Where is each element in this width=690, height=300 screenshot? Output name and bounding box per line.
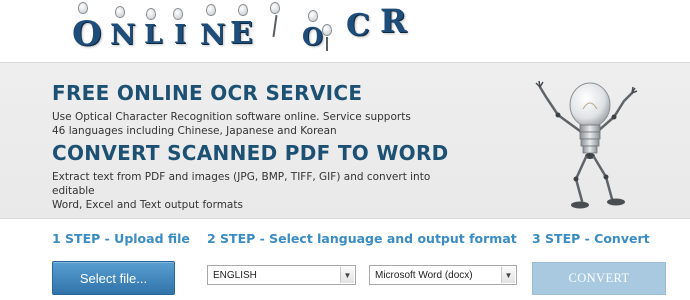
logo-bulb-leg: [326, 37, 328, 51]
logo-bulb-icon: [322, 24, 332, 36]
output-format-select[interactable]: Microsoft Word (docx) ▼: [369, 265, 517, 285]
hero-title-convert-pdf: CONVERT SCANNED PDF TO WORD: [52, 141, 449, 165]
logo-letter-n1: N: [110, 18, 136, 51]
logo-letter-n2: N: [200, 18, 226, 51]
logo-bulb-icon: [308, 10, 318, 22]
step1-title: 1 STEP - Upload file: [52, 231, 190, 246]
lightbulb-robot-icon: [535, 80, 638, 209]
chevron-down-icon[interactable]: ▼: [501, 267, 515, 283]
hero-description-line: Extract text from PDF and images (JPG, B…: [52, 171, 431, 197]
logo-letter-e: E: [230, 16, 253, 51]
select-file-button[interactable]: Select file...: [52, 261, 175, 295]
logo-bulb-icon: [238, 4, 248, 16]
logo-bulb-icon: [115, 6, 125, 18]
hero-banner: FREE ONLINE OCR SERVICE Use Optical Char…: [0, 62, 690, 219]
logo-letter-l: L: [144, 20, 163, 50]
output-format-select-value: Microsoft Word (docx): [375, 269, 473, 281]
logo-letter-o2: O: [302, 22, 323, 51]
hero-description-line: Word, Excel and Text output formats: [52, 199, 243, 211]
hero-title-ocr-service: FREE ONLINE OCR SERVICE: [52, 81, 363, 105]
chevron-down-icon[interactable]: ▼: [340, 267, 354, 283]
step2-title: 2 STEP - Select language and output form…: [207, 231, 517, 246]
logo-bulb-icon: [146, 8, 156, 20]
logo-letter-o1: O: [72, 14, 102, 54]
hero-description-line: Use Optical Character Recognition softwa…: [52, 111, 411, 123]
language-select-value: ENGLISH: [213, 269, 257, 281]
logo-bulb-icon: [173, 8, 183, 20]
header: O N L I N E O C R: [0, 0, 690, 62]
site-logo[interactable]: O N L I N E O C R: [60, 0, 420, 60]
hero-description-line: 46 languages including Chinese, Japanese…: [52, 125, 337, 137]
logo-bulb-leg: [272, 14, 278, 38]
logo-letter-i: I: [174, 20, 187, 50]
logo-bulb-icon: [78, 2, 88, 14]
hero-description-convert: Extract text from PDF and images (JPG, B…: [52, 170, 472, 212]
language-select[interactable]: ENGLISH ▼: [207, 265, 356, 285]
logo-bulb-icon: [270, 2, 280, 14]
convert-button[interactable]: CONVERT: [532, 262, 666, 295]
hero-description-ocr: Use Optical Character Recognition softwa…: [52, 110, 472, 138]
step3-title: 3 STEP - Convert: [532, 231, 650, 246]
logo-letter-c: C: [346, 8, 370, 43]
logo-bulb-icon: [206, 4, 216, 16]
logo-letter-r: R: [380, 2, 407, 40]
